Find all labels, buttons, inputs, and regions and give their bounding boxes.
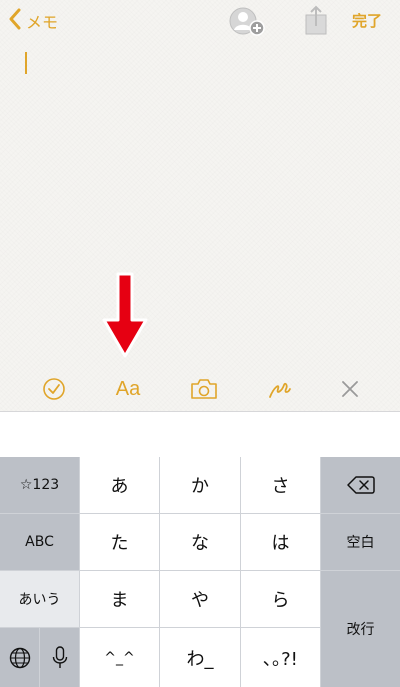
key-ma[interactable]: ま — [80, 571, 159, 627]
backspace-key[interactable] — [321, 457, 400, 513]
share-icon[interactable] — [303, 4, 329, 40]
note-editor[interactable] — [0, 0, 400, 412]
text-cursor — [25, 52, 27, 74]
key-na[interactable]: な — [160, 514, 240, 570]
chevron-left-icon — [8, 8, 22, 34]
microphone-key[interactable] — [40, 628, 79, 687]
close-icon[interactable] — [336, 368, 364, 410]
key-sa[interactable]: さ — [241, 457, 320, 513]
key-ha[interactable]: は — [241, 514, 320, 570]
key-ra[interactable]: ら — [241, 571, 320, 627]
key-symbols[interactable]: ☆123 — [0, 457, 79, 513]
globe-icon — [9, 647, 30, 668]
key-a[interactable]: あ — [80, 457, 159, 513]
keyboard-candidate-bar — [0, 411, 400, 457]
key-ka[interactable]: か — [160, 457, 240, 513]
microphone-icon — [52, 645, 67, 668]
camera-icon[interactable] — [188, 368, 220, 410]
key-kana[interactable]: あいう — [0, 571, 79, 627]
key-ya[interactable]: や — [160, 571, 240, 627]
key-punctuation[interactable]: ､｡?! — [241, 628, 320, 687]
done-button[interactable]: 完了 — [352, 10, 382, 31]
key-ta[interactable]: た — [80, 514, 159, 570]
japanese-keyboard: ☆123 ABC あいう あ か さ た な は ま や ら ^_^ わ_ ､｡… — [0, 457, 400, 687]
back-button[interactable]: メモ — [8, 8, 58, 34]
arrow-down-icon — [100, 272, 150, 364]
backspace-icon — [346, 476, 375, 494]
key-emoticon[interactable]: ^_^ — [80, 628, 159, 687]
add-person-icon[interactable] — [229, 6, 271, 42]
key-wa[interactable]: わ_ — [160, 628, 240, 687]
navigation-bar: メモ 完了 — [0, 0, 400, 40]
back-label: メモ — [26, 13, 59, 32]
sketch-icon[interactable] — [264, 368, 294, 410]
text-format-button[interactable]: Aa — [106, 368, 150, 410]
key-abc[interactable]: ABC — [0, 514, 79, 570]
globe-key[interactable] — [0, 628, 39, 687]
note-toolbar: Aa — [0, 368, 400, 410]
space-key[interactable]: 空白 — [321, 514, 400, 570]
return-key[interactable]: 改行 — [321, 571, 400, 687]
checklist-icon[interactable] — [36, 368, 72, 410]
